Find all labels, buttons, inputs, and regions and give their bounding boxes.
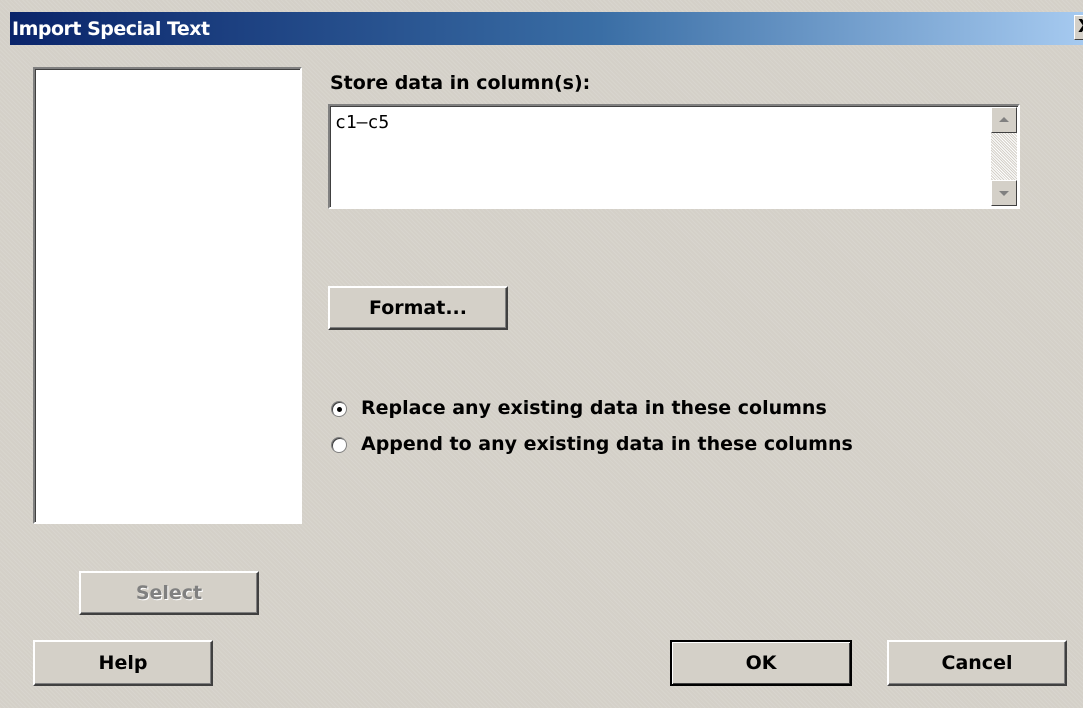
radio-selected-dot (337, 407, 342, 412)
store-columns-field[interactable]: c1–c5 (328, 104, 1020, 209)
close-icon: X (1078, 16, 1083, 37)
window-title: Import Special Text (12, 18, 210, 40)
store-data-label: Store data in column(s): (330, 72, 591, 94)
scroll-up-button[interactable] (991, 107, 1017, 133)
radio-replace-label[interactable]: Replace any existing data in these colum… (361, 397, 827, 419)
scroll-down-button[interactable] (991, 180, 1017, 206)
close-button[interactable]: X (1074, 15, 1083, 40)
cancel-button[interactable]: Cancel (887, 640, 1067, 686)
vertical-scrollbar[interactable] (991, 107, 1017, 206)
scroll-up-arrow-icon (999, 117, 1009, 122)
store-columns-value[interactable]: c1–c5 (335, 112, 389, 133)
ok-button[interactable]: OK (670, 640, 852, 686)
radio-replace[interactable] (331, 401, 347, 417)
variables-list[interactable] (33, 67, 302, 524)
import-special-text-dialog: Import Special Text X Store data in colu… (0, 0, 1083, 708)
help-button[interactable]: Help (33, 640, 213, 686)
title-bar[interactable]: Import Special Text X (10, 12, 1083, 45)
radio-append[interactable] (331, 437, 347, 453)
select-button[interactable]: Select (79, 571, 259, 615)
radio-append-label[interactable]: Append to any existing data in these col… (361, 433, 853, 455)
scroll-down-arrow-icon (999, 191, 1009, 196)
format-button[interactable]: Format... (328, 286, 508, 330)
